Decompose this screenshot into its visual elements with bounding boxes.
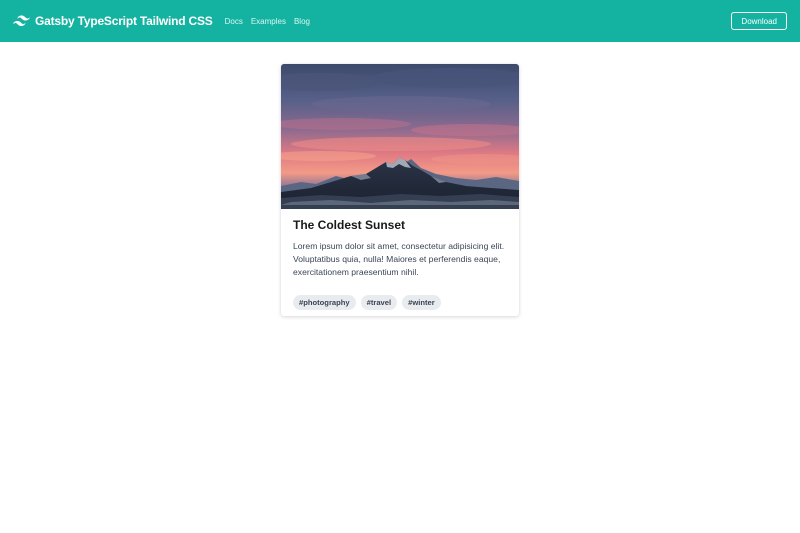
tag-travel[interactable]: #travel <box>360 295 398 311</box>
brand-title: Gatsby TypeScript Tailwind CSS <box>35 14 213 28</box>
nav-link-blog[interactable]: Blog <box>294 17 310 26</box>
top-navbar: Gatsby TypeScript Tailwind CSS Docs Exam… <box>0 0 800 42</box>
card-title: The Coldest Sunset <box>293 218 406 232</box>
card-description: Lorem ipsum dolor sit amet, consectetur … <box>293 241 505 277</box>
download-button[interactable]: Download <box>731 12 787 30</box>
brand[interactable]: Gatsby TypeScript Tailwind CSS <box>13 14 213 28</box>
card-body: The Coldest Sunset Lorem ipsum dolor sit… <box>281 209 519 311</box>
tag-winter[interactable]: #winter <box>402 295 441 311</box>
mountain-sunset-photo <box>281 64 519 209</box>
tag-list: #photography #travel #winter <box>293 295 507 311</box>
nav-link-docs[interactable]: Docs <box>225 17 243 26</box>
nav-links: Docs Examples Blog <box>225 17 318 26</box>
tag-photography[interactable]: #photography <box>293 295 356 311</box>
post-card: The Coldest Sunset Lorem ipsum dolor sit… <box>281 64 519 316</box>
nav-link-examples[interactable]: Examples <box>251 17 286 26</box>
tailwind-logo-icon <box>13 15 30 26</box>
